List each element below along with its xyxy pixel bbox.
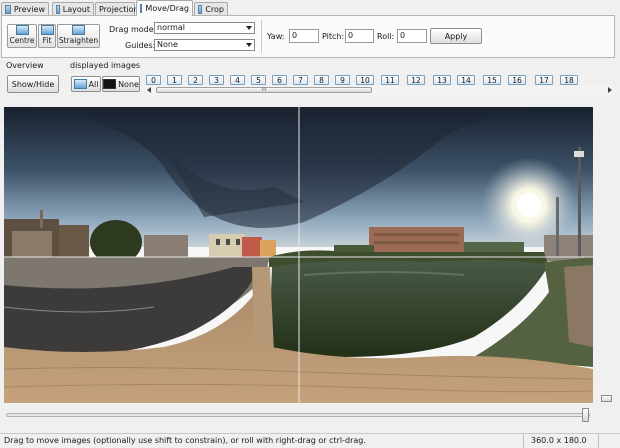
preview-icon: [5, 4, 11, 14]
drag-mode-select[interactable]: normal: [154, 22, 255, 34]
tab-bar: Preview Layout Projection Move/Drag Crop: [0, 0, 620, 16]
preview-vertical-scroll[interactable]: [600, 107, 613, 403]
image-toggle-1[interactable]: 1: [167, 75, 182, 85]
drag-mode-label: Drag mode:: [109, 25, 157, 34]
chevron-down-icon: [246, 43, 252, 47]
status-divider: [598, 434, 599, 448]
guides-label: Guides:: [125, 41, 156, 50]
straighten-button[interactable]: Straighten: [57, 24, 100, 48]
panorama-image: [4, 107, 593, 403]
image-toggle-17[interactable]: 17: [535, 75, 553, 85]
fit-button[interactable]: Fit: [38, 24, 56, 48]
tab-move-drag[interactable]: Move/Drag: [136, 0, 193, 16]
crop-icon: [198, 4, 203, 14]
show-none-button[interactable]: None: [102, 76, 140, 92]
scroll-thumb[interactable]: III: [156, 87, 372, 93]
images-horizontal-scrollbar[interactable]: III: [146, 86, 614, 95]
yaw-label: Yaw:: [267, 32, 285, 41]
image-toggle-7[interactable]: 7: [293, 75, 308, 85]
yaw-field[interactable]: 0: [289, 29, 319, 43]
projection-size: 360.0 x 180.0: [531, 436, 587, 445]
displayed-images-label: displayed images: [70, 61, 141, 70]
image-toggle-5[interactable]: 5: [251, 75, 266, 85]
scroll-left-icon[interactable]: [147, 87, 151, 93]
status-message: Drag to move images (optionally use shif…: [4, 436, 366, 445]
roll-label: Roll:: [377, 32, 395, 41]
tab-layout[interactable]: Layout: [52, 2, 94, 15]
show-hide-button[interactable]: Show/Hide: [7, 75, 59, 93]
layout-icon: [56, 4, 60, 14]
pitch-field[interactable]: 0: [345, 29, 374, 43]
fov-slider-track[interactable]: [6, 413, 590, 417]
guides-select[interactable]: None: [154, 39, 255, 51]
apply-button[interactable]: Apply: [430, 28, 482, 44]
move-drag-icon: [140, 4, 143, 13]
image-toggle-11[interactable]: 11: [381, 75, 399, 85]
image-toggle-12[interactable]: 12: [407, 75, 425, 85]
chevron-down-icon: [246, 26, 252, 30]
tab-projection[interactable]: Projection: [95, 2, 139, 15]
centre-button[interactable]: Centre: [7, 24, 37, 48]
image-toggle-10[interactable]: 10: [356, 75, 374, 85]
image-toggle-13[interactable]: 13: [433, 75, 451, 85]
status-bar: Drag to move images (optionally use shif…: [0, 433, 620, 448]
image-toggle-18[interactable]: 18: [560, 75, 578, 85]
overview-label: Overview: [6, 61, 44, 70]
fov-slider-thumb[interactable]: [582, 408, 589, 422]
image-toggle-2[interactable]: 2: [188, 75, 203, 85]
image-toggle-3[interactable]: 3: [209, 75, 224, 85]
image-toggle-16[interactable]: 16: [508, 75, 526, 85]
image-toggle-0[interactable]: 0: [146, 75, 161, 85]
image-toggle-9[interactable]: 9: [335, 75, 350, 85]
panorama-preview[interactable]: [4, 107, 593, 403]
pitch-label: Pitch:: [322, 32, 345, 41]
image-toggle-4[interactable]: 4: [230, 75, 245, 85]
all-images-icon: [73, 79, 87, 89]
centre-icon: [15, 25, 29, 35]
scroll-right-icon[interactable]: [608, 87, 612, 93]
status-divider: [523, 434, 524, 448]
tab-preview[interactable]: Preview: [1, 2, 49, 15]
roll-field[interactable]: 0: [397, 29, 427, 43]
image-toggle-6[interactable]: 6: [272, 75, 287, 85]
image-toggle-14[interactable]: 14: [457, 75, 475, 85]
tab-crop[interactable]: Crop: [194, 2, 228, 15]
image-toggle-15[interactable]: 15: [483, 75, 501, 85]
move-drag-panel: Centre Fit Straighten Drag mode: normal …: [1, 15, 615, 58]
fit-icon: [40, 25, 54, 35]
vertical-scroll-thumb[interactable]: [601, 395, 612, 402]
no-images-icon: [103, 79, 117, 89]
show-all-button[interactable]: All: [71, 76, 101, 92]
divider: [261, 20, 262, 53]
straighten-icon: [72, 25, 85, 35]
image-toggle-8[interactable]: 8: [314, 75, 329, 85]
